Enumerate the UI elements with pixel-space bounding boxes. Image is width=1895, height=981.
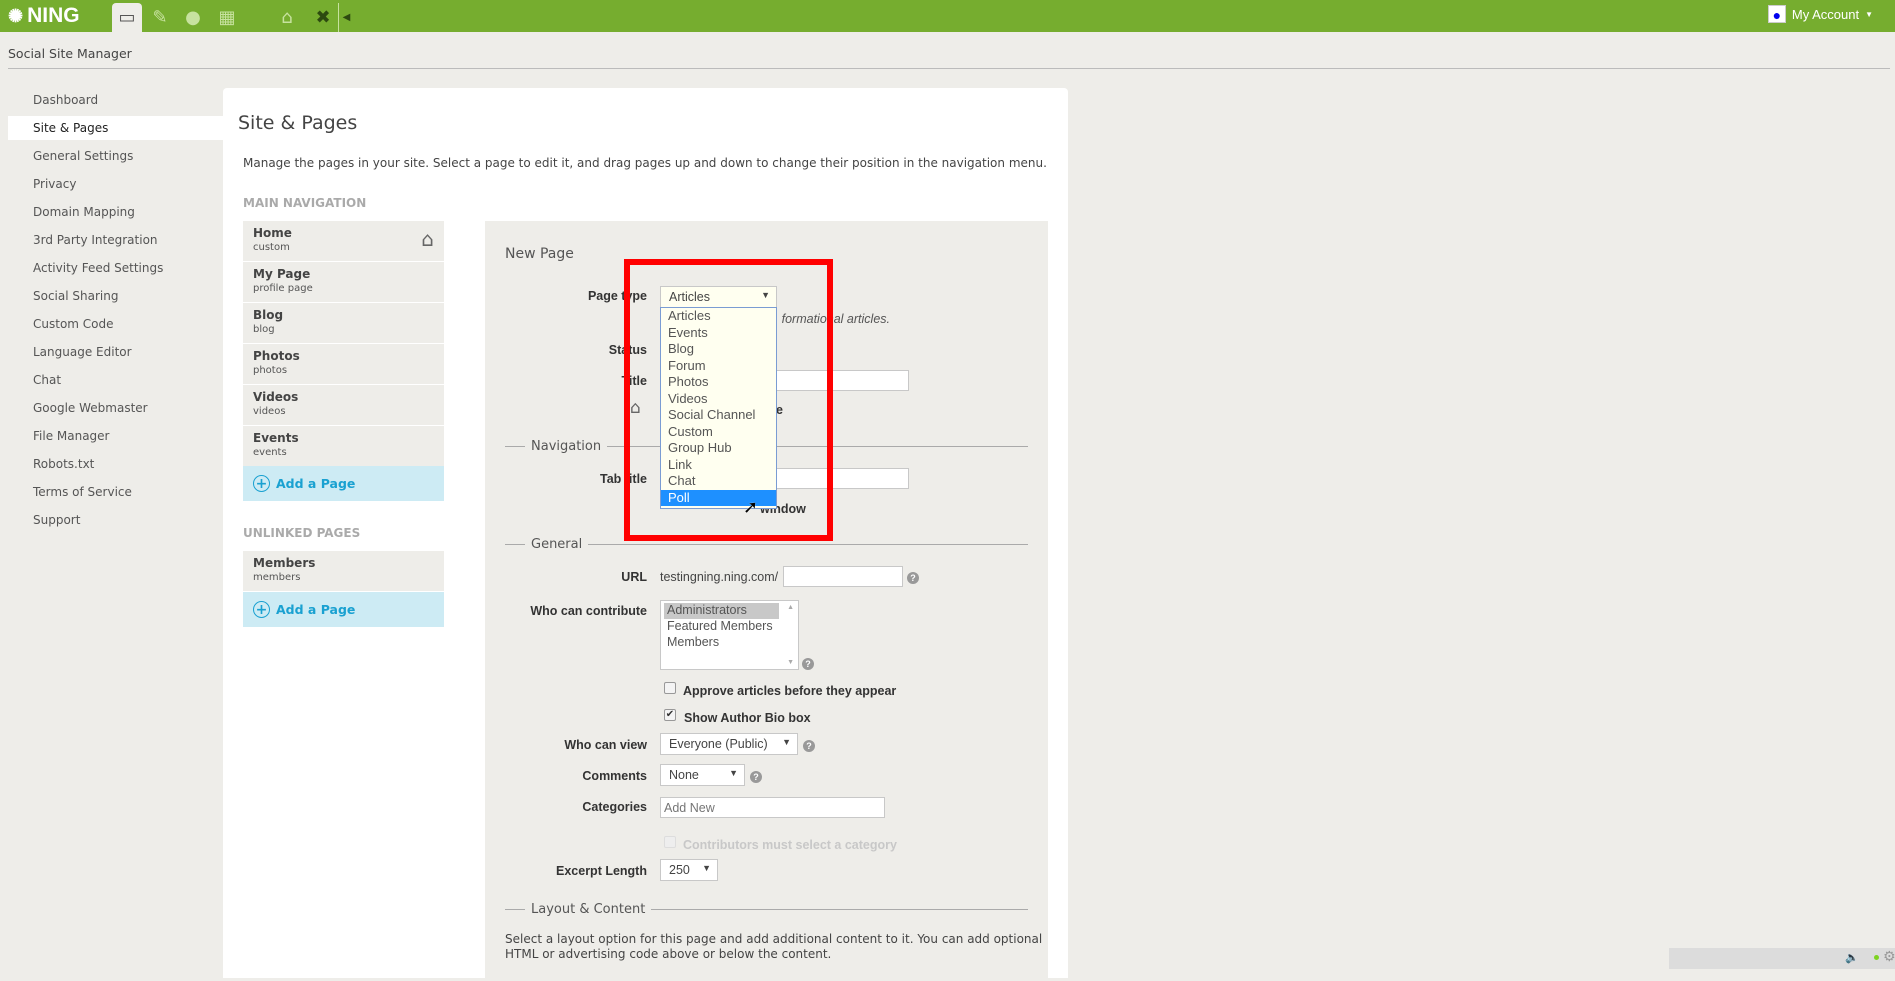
page-title: Site & Pages xyxy=(238,112,358,134)
main-navigation-heading: MAIN NAVIGATION xyxy=(243,196,367,210)
divider xyxy=(8,68,1890,69)
caret-down-icon: ▼ xyxy=(702,863,711,873)
show-author-bio-label: Show Author Bio box xyxy=(684,711,811,725)
help-icon[interactable]: ? xyxy=(803,740,815,752)
nav-item-home[interactable]: Home custom ⌂ xyxy=(243,221,444,261)
approve-articles-label: Approve articles before they appear xyxy=(683,684,897,698)
who-can-view-label: Who can view xyxy=(564,738,647,752)
url-label: URL xyxy=(621,570,647,584)
layout-description-2: HTML or advertising code above or below … xyxy=(505,947,832,961)
nav-item-my-page[interactable]: My Page profile page xyxy=(243,262,444,302)
home-icon[interactable]: ⌂ xyxy=(272,3,302,32)
my-account-menu[interactable]: ● My Account ▼ xyxy=(1767,5,1873,23)
must-select-category-label: Contributors must select a category xyxy=(683,838,897,852)
status-dot-icon xyxy=(1874,955,1879,960)
sidebar-item-chat[interactable]: Chat xyxy=(8,368,223,392)
help-icon[interactable]: ? xyxy=(802,658,814,670)
grid-icon[interactable]: ▦ xyxy=(212,3,242,32)
sidebar-item-terms-of-service[interactable]: Terms of Service xyxy=(8,480,223,504)
nav-item-photos[interactable]: Photos photos xyxy=(243,344,444,384)
top-bar: ✺ NING ▭ ✎ ● ▦ ⌂ ✖ ◀ ● My Account ▼ xyxy=(0,0,1895,32)
nav-item-members[interactable]: Members members xyxy=(243,551,444,591)
mouse-cursor-icon: ➚ xyxy=(743,497,759,518)
help-icon[interactable]: ? xyxy=(907,572,919,584)
nav-item-blog[interactable]: Blog blog xyxy=(243,303,444,343)
caret-down-icon: ▼ xyxy=(782,737,791,747)
sidebar-item-site-pages[interactable]: Site & Pages xyxy=(8,116,223,140)
user-avatar-icon: ● xyxy=(1767,5,1786,23)
url-input[interactable] xyxy=(783,566,903,587)
person-icon[interactable]: ● xyxy=(178,3,208,32)
comments-label: Comments xyxy=(582,769,647,783)
must-select-category-checkbox[interactable] xyxy=(664,836,676,848)
ning-logo[interactable]: ✺ NING xyxy=(8,4,80,28)
scroll-down-icon[interactable]: ▼ xyxy=(787,659,794,666)
comments-select[interactable]: None ▼ xyxy=(660,764,745,786)
plus-icon: + xyxy=(253,601,270,618)
title-label: Title xyxy=(621,374,647,388)
add-page-button[interactable]: + Add a Page xyxy=(243,466,444,501)
who-can-contribute-listbox[interactable]: Administrators Featured Members Members … xyxy=(660,600,799,670)
option-administrators[interactable]: Administrators xyxy=(664,603,779,619)
option-featured-members[interactable]: Featured Members xyxy=(664,619,795,635)
who-can-view-select[interactable]: Everyone (Public) ▼ xyxy=(660,733,798,755)
url-prefix: testingning.ning.com/ xyxy=(660,570,779,584)
plus-icon: + xyxy=(253,475,270,492)
who-can-contribute-label: Who can contribute xyxy=(530,604,647,618)
status-bar: 🔈 ⚙ xyxy=(1669,948,1895,969)
page-type-label: Page type xyxy=(587,289,647,303)
add-unlinked-page-button[interactable]: + Add a Page xyxy=(243,592,444,627)
tools-icon[interactable]: ✖ xyxy=(308,3,338,32)
volume-icon[interactable]: 🔈 xyxy=(1845,951,1859,964)
gear-icon[interactable]: ⚙ xyxy=(1883,949,1895,965)
appearance-icon[interactable]: ✎ xyxy=(145,3,175,32)
excerpt-length-label: Excerpt Length xyxy=(556,864,647,878)
nav-item-events[interactable]: Events events xyxy=(243,426,444,466)
sidebar-item-custom-code[interactable]: Custom Code xyxy=(8,312,223,336)
sidebar-item-3rd-party-integration[interactable]: 3rd Party Integration xyxy=(8,228,223,252)
ning-dots-icon: ✺ xyxy=(8,5,24,26)
page-description: Manage the pages in your site. Select a … xyxy=(243,156,1047,170)
form-title: New Page xyxy=(505,246,574,262)
layout-content-section: Layout & Content xyxy=(505,901,1028,917)
collapse-arrow-icon[interactable]: ◀ xyxy=(338,3,354,32)
categories-label: Categories xyxy=(582,800,647,814)
sidebar-item-language-editor[interactable]: Language Editor xyxy=(8,340,223,364)
show-author-bio-checkbox[interactable]: ✔ xyxy=(664,709,676,721)
caret-down-icon: ▼ xyxy=(1865,9,1873,19)
home-icon: ⌂ xyxy=(421,227,434,251)
approve-articles-checkbox[interactable] xyxy=(664,682,676,694)
sidebar-item-support[interactable]: Support xyxy=(8,508,223,532)
help-icon[interactable]: ? xyxy=(750,771,762,783)
sidebar-item-file-manager[interactable]: File Manager xyxy=(8,424,223,448)
sidebar-item-dashboard[interactable]: Dashboard xyxy=(8,88,223,112)
status-label: Status xyxy=(608,343,647,357)
layout-description-1: Select a layout option for this page and… xyxy=(505,932,1043,946)
browser-window-icon[interactable]: ▭ xyxy=(112,3,142,32)
sidebar-item-robots-txt[interactable]: Robots.txt xyxy=(8,452,223,476)
sidebar-item-google-webmaster[interactable]: Google Webmaster xyxy=(8,396,223,420)
highlight-box xyxy=(624,259,833,541)
caret-down-icon: ▼ xyxy=(729,768,738,778)
sidebar-item-privacy[interactable]: Privacy xyxy=(8,172,223,196)
tab-title-label: Tab title xyxy=(600,472,647,486)
scroll-up-icon[interactable]: ▲ xyxy=(787,604,794,611)
sidebar-item-social-sharing[interactable]: Social Sharing xyxy=(8,284,223,308)
option-members[interactable]: Members xyxy=(664,635,795,651)
sidebar-item-general-settings[interactable]: General Settings xyxy=(8,144,223,168)
app-title: Social Site Manager xyxy=(8,46,132,61)
excerpt-length-select[interactable]: 250 ▼ xyxy=(660,859,718,881)
unlinked-pages-heading: UNLINKED PAGES xyxy=(243,526,361,540)
nav-item-videos[interactable]: Videos videos xyxy=(243,385,444,425)
sidebar-item-activity-feed-settings[interactable]: Activity Feed Settings xyxy=(8,256,223,280)
sidebar-item-domain-mapping[interactable]: Domain Mapping xyxy=(8,200,223,224)
categories-input[interactable] xyxy=(660,797,885,818)
